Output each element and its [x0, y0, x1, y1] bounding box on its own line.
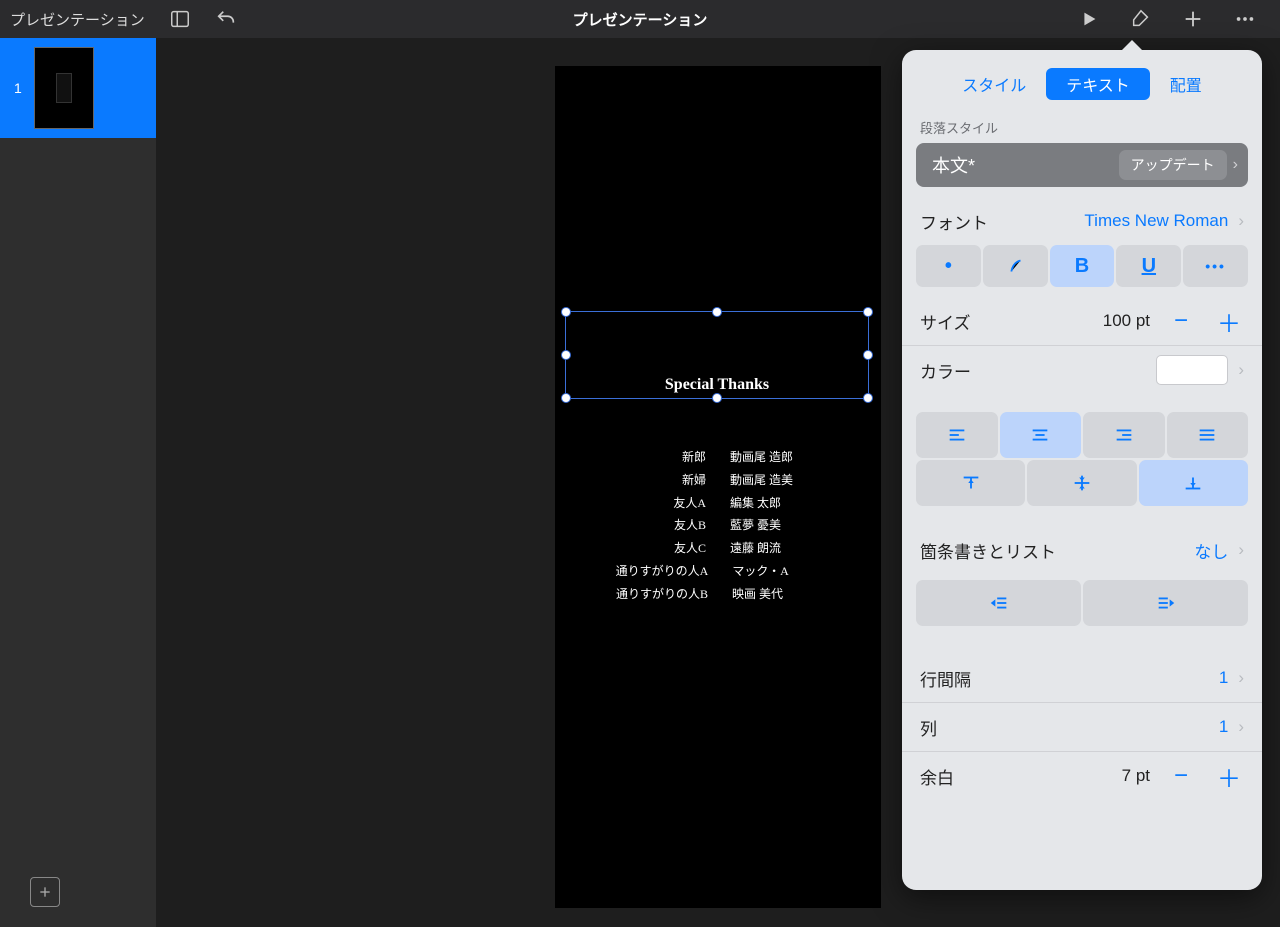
slide-number: 1 [14, 80, 22, 96]
margin-decrease-button[interactable]: − [1166, 762, 1196, 790]
align-right-button[interactable] [1083, 412, 1165, 458]
tab-arrange[interactable]: 配置 [1150, 68, 1222, 100]
slide-thumbnail-1[interactable]: 1 [0, 38, 156, 138]
style-buttons: • B U ••• [902, 245, 1262, 297]
valign-top-button[interactable] [916, 460, 1025, 506]
credit-row: 通りすがりの人B映画 美代 [555, 583, 881, 606]
outdent-button[interactable] [916, 580, 1081, 626]
paragraph-style-name: 本文* [932, 152, 975, 178]
bullet-style-button[interactable]: • [916, 245, 981, 287]
slide[interactable]: Special Thanks 新郎動画尾 造郎新婦動画尾 造美友人A編集 太郎友… [555, 66, 881, 908]
horizontal-align-row [902, 412, 1262, 460]
resize-handle[interactable] [561, 393, 571, 403]
back-button[interactable]: プレゼンテーション [10, 9, 145, 30]
columns-value: 1 [1219, 717, 1228, 737]
columns-label: 列 [920, 715, 937, 740]
resize-handle[interactable] [561, 350, 571, 360]
resize-handle[interactable] [863, 307, 873, 317]
panels-icon[interactable] [169, 8, 191, 30]
add-slide-button[interactable] [30, 877, 60, 907]
bullets-row[interactable]: 箇条書きとリスト なし › [902, 526, 1262, 574]
color-label: カラー [920, 358, 971, 383]
chevron-right-icon: › [1238, 360, 1244, 380]
align-left-button[interactable] [916, 412, 998, 458]
linespacing-row[interactable]: 行間隔 1 › [902, 654, 1262, 702]
font-value: Times New Roman [1084, 211, 1228, 231]
bullets-value: なし [1194, 538, 1228, 563]
italic-button[interactable] [983, 245, 1048, 287]
chevron-right-icon: › [1238, 211, 1244, 231]
text-selection-box[interactable]: Special Thanks [565, 311, 869, 399]
linespacing-label: 行間隔 [920, 666, 971, 691]
slide-navigator: 1 [0, 38, 156, 927]
credit-row: 通りすがりの人Aマック・A [555, 560, 881, 583]
bold-button[interactable]: B [1050, 245, 1115, 287]
size-row: サイズ 100 pt − ＋ [902, 297, 1262, 345]
size-value: 100 pt [1103, 311, 1150, 331]
chevron-right-icon: › [1238, 540, 1244, 560]
format-popover: スタイル テキスト 配置 段落スタイル 本文* アップデート › フォント Ti… [902, 50, 1262, 890]
margin-label: 余白 [920, 764, 954, 789]
credits-text[interactable]: 新郎動画尾 造郎新婦動画尾 造美友人A編集 太郎友人B藍夢 憂美友人C遠藤 朗流… [555, 446, 881, 606]
resize-handle[interactable] [863, 393, 873, 403]
size-label: サイズ [920, 309, 971, 334]
resize-handle[interactable] [561, 307, 571, 317]
align-justify-button[interactable] [1167, 412, 1249, 458]
credit-row: 新郎動画尾 造郎 [555, 446, 881, 469]
update-style-button[interactable]: アップデート [1119, 150, 1227, 180]
chevron-right-icon: › [1233, 156, 1238, 174]
color-row[interactable]: カラー › [902, 346, 1262, 394]
vertical-align-row [902, 460, 1262, 508]
bullets-label: 箇条書きとリスト [920, 538, 1056, 563]
indent-button[interactable] [1083, 580, 1248, 626]
paragraph-style-select[interactable]: 本文* アップデート › [916, 143, 1248, 187]
credit-row: 友人C遠藤 朗流 [555, 537, 881, 560]
undo-icon[interactable] [215, 8, 237, 30]
size-decrease-button[interactable]: − [1166, 307, 1196, 335]
resize-handle[interactable] [712, 307, 722, 317]
margin-increase-button[interactable]: ＋ [1214, 759, 1244, 794]
play-icon[interactable] [1078, 8, 1100, 30]
margin-value: 7 pt [1122, 766, 1150, 786]
indent-row [902, 574, 1262, 636]
more-icon[interactable] [1234, 8, 1256, 30]
tab-style[interactable]: スタイル [942, 68, 1046, 100]
toolbar: プレゼンテーション プレゼンテーション [0, 0, 1280, 38]
paragraph-style-label: 段落スタイル [902, 110, 1262, 143]
chevron-right-icon: › [1238, 717, 1244, 737]
text-color-swatch[interactable] [1156, 355, 1228, 385]
font-row[interactable]: フォント Times New Roman › [902, 197, 1262, 245]
brush-icon[interactable] [1130, 8, 1152, 30]
more-style-button[interactable]: ••• [1183, 245, 1248, 287]
valign-bottom-button[interactable] [1139, 460, 1248, 506]
align-center-button[interactable] [1000, 412, 1082, 458]
chevron-right-icon: › [1238, 668, 1244, 688]
resize-handle[interactable] [712, 393, 722, 403]
size-increase-button[interactable]: ＋ [1214, 304, 1244, 339]
margin-row: 余白 7 pt − ＋ [902, 752, 1262, 800]
credit-row: 友人B藍夢 憂美 [555, 514, 881, 537]
selected-text[interactable]: Special Thanks [566, 376, 868, 394]
credit-row: 新婦動画尾 造美 [555, 469, 881, 492]
columns-row[interactable]: 列 1 › [902, 703, 1262, 751]
credit-row: 友人A編集 太郎 [555, 492, 881, 515]
add-icon[interactable] [1182, 8, 1204, 30]
linespacing-value: 1 [1219, 668, 1228, 688]
font-label: フォント [920, 209, 988, 234]
resize-handle[interactable] [863, 350, 873, 360]
format-tabs: スタイル テキスト 配置 [902, 50, 1262, 110]
tab-text[interactable]: テキスト [1046, 68, 1150, 100]
valign-middle-button[interactable] [1027, 460, 1136, 506]
underline-button[interactable]: U [1116, 245, 1181, 287]
